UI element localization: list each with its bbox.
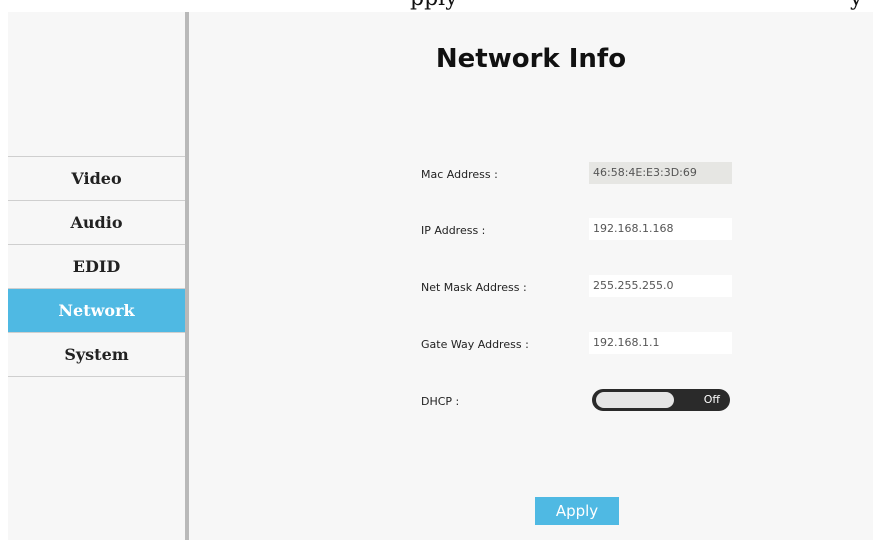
net-mask-field[interactable] [589,275,732,297]
sidebar-item-network[interactable]: Network [8,289,185,333]
page-title: Network Info [435,44,627,74]
clipped-header-text: pply y [0,0,873,12]
sidebar-item-system[interactable]: System [8,333,185,377]
sidebar: Video Audio EDID Network System [8,12,185,540]
clipped-text-right: y [850,0,862,11]
dhcp-label: DHCP : [421,395,460,408]
dhcp-toggle-knob [596,392,674,408]
sidebar-item-audio[interactable]: Audio [8,201,185,245]
sidebar-nav: Video Audio EDID Network System [8,156,185,377]
sidebar-item-video[interactable]: Video [8,157,185,201]
dhcp-toggle-state: Off [703,393,720,406]
page: pply y Video Audio EDID Network System N… [0,0,873,544]
clipped-text-left: pply [410,0,458,11]
ip-address-field[interactable] [589,218,732,240]
net-mask-label: Net Mask Address : [421,281,527,294]
ip-address-label: IP Address : [421,224,486,237]
mac-address-field [589,162,732,184]
sidebar-item-edid[interactable]: EDID [8,245,185,289]
gateway-address-field[interactable] [589,332,732,354]
mac-address-label: Mac Address : [421,168,498,181]
apply-button[interactable]: Apply [535,497,619,525]
dhcp-toggle[interactable]: Off [592,389,730,411]
main-panel: Network Info Mac Address : IP Address : … [189,12,873,540]
gateway-address-label: Gate Way Address : [421,338,529,351]
